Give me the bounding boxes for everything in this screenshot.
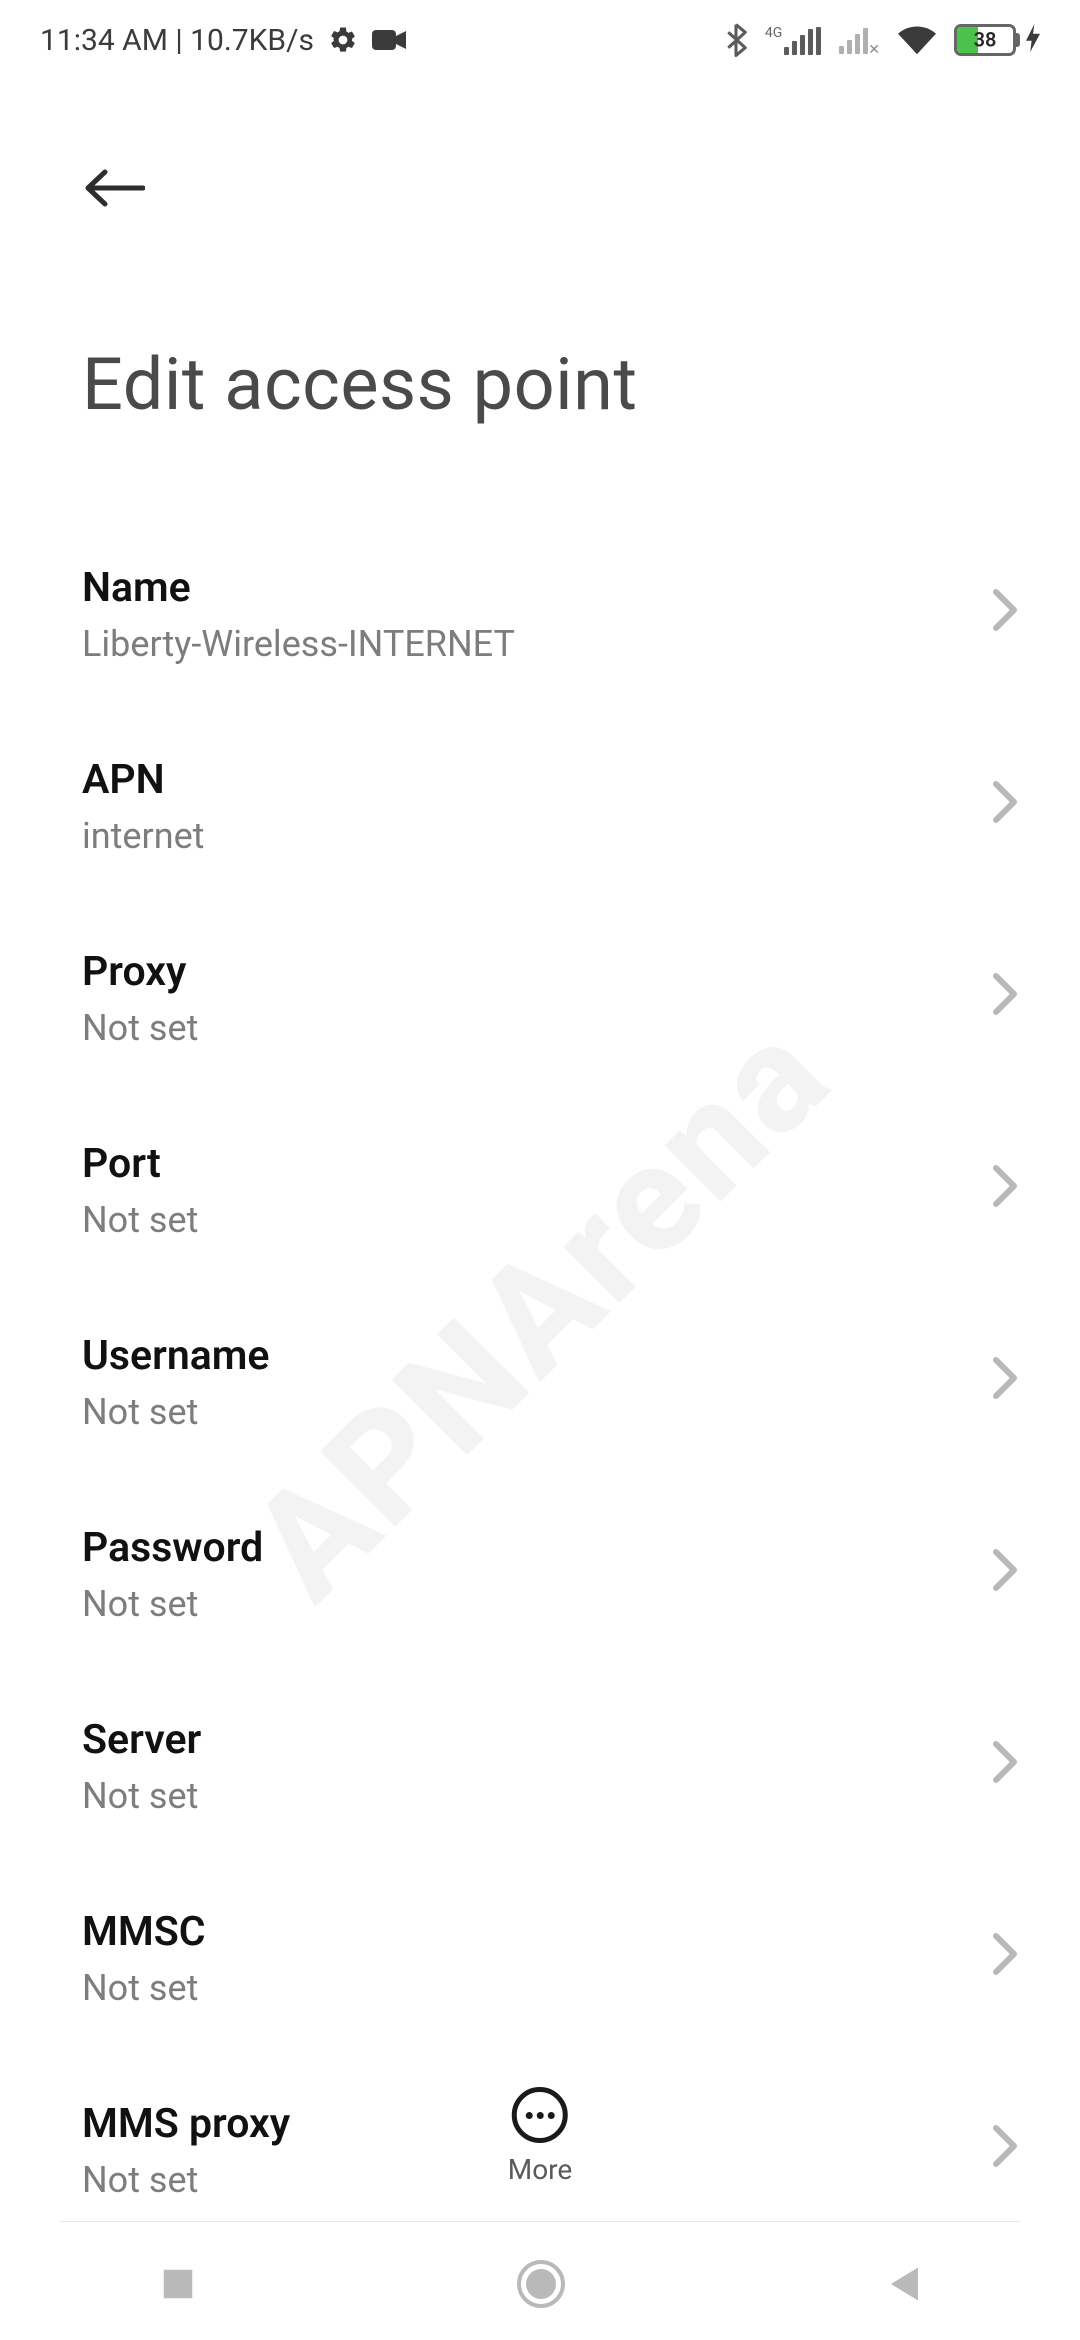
row-value: internet xyxy=(82,815,1020,858)
row-value: Not set xyxy=(82,1775,1020,1818)
row-value: Not set xyxy=(82,1391,1020,1434)
row-label: Username xyxy=(82,1332,1020,1381)
chevron-right-icon xyxy=(990,2122,1020,2170)
charging-icon xyxy=(1026,24,1040,56)
row-value: Not set xyxy=(82,1583,1020,1626)
nav-back-button[interactable] xyxy=(885,2264,921,2304)
row-proxy[interactable]: Proxy Not set xyxy=(82,914,1020,1106)
back-button[interactable] xyxy=(78,152,150,224)
network-type-label: 4G xyxy=(765,25,782,41)
apn-settings-list: Name Liberty-Wireless-INTERNET APN inter… xyxy=(82,530,1020,2258)
status-time-text: 11:34 AM | 10.7KB/s xyxy=(40,23,314,58)
arrow-left-icon xyxy=(83,167,145,209)
divider xyxy=(60,2221,1020,2222)
row-label: Name xyxy=(82,564,1020,613)
nav-home-button[interactable] xyxy=(516,2259,566,2309)
battery-indicator: 38 xyxy=(954,24,1040,56)
row-label: MMSC xyxy=(82,1908,1020,1957)
row-port[interactable]: Port Not set xyxy=(82,1106,1020,1298)
chevron-right-icon xyxy=(990,586,1020,634)
more-button[interactable]: More xyxy=(508,2087,573,2186)
row-apn[interactable]: APN internet xyxy=(82,722,1020,914)
row-mmsc[interactable]: MMSC Not set xyxy=(82,1874,1020,2066)
no-sim-icon: ✕ xyxy=(868,42,880,58)
battery-percentage: 38 xyxy=(974,28,997,52)
row-value: Not set xyxy=(82,1199,1020,1242)
cellular-signal-2: ✕ xyxy=(839,26,880,54)
row-label: Server xyxy=(82,1716,1020,1765)
navigation-bar xyxy=(0,2228,1080,2340)
chevron-right-icon xyxy=(990,1354,1020,1402)
row-label: Port xyxy=(82,1140,1020,1189)
row-value: Not set xyxy=(82,1007,1020,1050)
cellular-signal-1: 4G xyxy=(765,25,821,55)
chevron-right-icon xyxy=(990,970,1020,1018)
more-icon xyxy=(512,2087,568,2143)
wifi-icon xyxy=(898,25,936,55)
row-value: Liberty-Wireless-INTERNET xyxy=(82,623,1020,666)
gear-icon xyxy=(328,25,358,55)
status-bar: 11:34 AM | 10.7KB/s 4G ✕ xyxy=(0,0,1080,80)
row-password[interactable]: Password Not set xyxy=(82,1490,1020,1682)
row-name[interactable]: Name Liberty-Wireless-INTERNET xyxy=(82,530,1020,722)
camera-icon xyxy=(372,28,406,52)
nav-recents-button[interactable] xyxy=(159,2265,197,2303)
row-label: Proxy xyxy=(82,948,1020,997)
page-title: Edit access point xyxy=(82,342,638,427)
chevron-right-icon xyxy=(990,1930,1020,1978)
row-username[interactable]: Username Not set xyxy=(82,1298,1020,1490)
bluetooth-icon xyxy=(725,23,747,57)
chevron-right-icon xyxy=(990,778,1020,826)
chevron-right-icon xyxy=(990,1546,1020,1594)
chevron-right-icon xyxy=(990,1738,1020,1786)
row-label: Password xyxy=(82,1524,1020,1573)
row-server[interactable]: Server Not set xyxy=(82,1682,1020,1874)
row-value: Not set xyxy=(82,1967,1020,2010)
row-label: APN xyxy=(82,756,1020,805)
chevron-right-icon xyxy=(990,1162,1020,1210)
more-label: More xyxy=(508,2153,573,2186)
